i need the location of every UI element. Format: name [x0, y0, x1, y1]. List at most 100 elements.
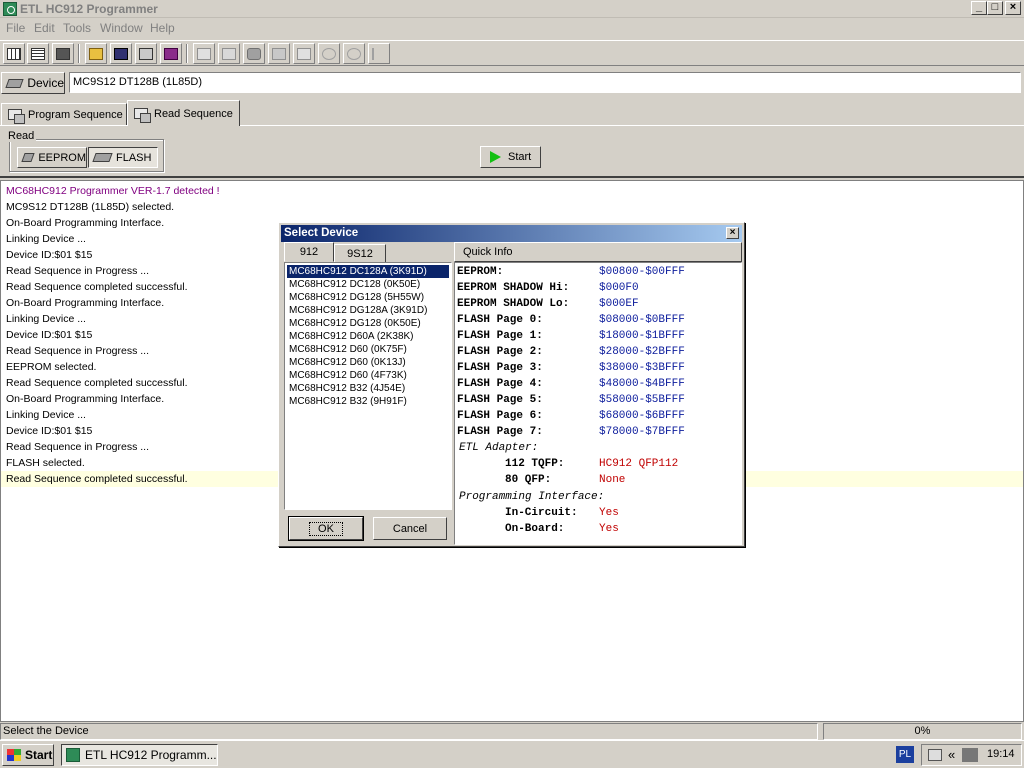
- undo-icon[interactable]: [318, 43, 340, 64]
- status-text: Select the Device: [0, 723, 818, 740]
- menu-help[interactable]: Help: [150, 21, 175, 35]
- list-icon[interactable]: [27, 43, 49, 64]
- print-icon[interactable]: [135, 43, 157, 64]
- selected-device-field[interactable]: MC9S12 DT128B (1L85D): [69, 72, 1021, 93]
- keyboard-icon[interactable]: [928, 749, 942, 761]
- device-list-item[interactable]: MC68HC912 DC128A (3K91D): [287, 265, 449, 278]
- device-list-item[interactable]: MC68HC912 D60 (0K13J): [287, 356, 449, 369]
- read-panel: Read EEPROM FLASH Start: [0, 125, 1024, 178]
- start-label: Start: [25, 748, 53, 762]
- chip-icon: [5, 78, 24, 88]
- device-button[interactable]: Device: [1, 72, 65, 94]
- quick-info-key: EEPROM SHADOW Hi:: [457, 282, 570, 294]
- menu-window[interactable]: Window: [100, 21, 143, 35]
- close-button[interactable]: ×: [1005, 1, 1021, 15]
- device-list-item[interactable]: MC68HC912 D60 (4F73K): [287, 369, 449, 382]
- log-line: Read Sequence completed successful.: [6, 473, 188, 485]
- device-list-item[interactable]: MC68HC912 DG128A (3K91D): [287, 304, 449, 317]
- device-list-item[interactable]: MC68HC912 B32 (4J54E): [287, 382, 449, 395]
- ok-label: OK: [309, 521, 343, 536]
- tqfp-label: 112 TQFP:: [505, 458, 565, 470]
- log-line: Linking Device ...: [6, 233, 86, 245]
- device-list-item[interactable]: MC68HC912 DG128 (5H55W): [287, 291, 449, 304]
- table-icon[interactable]: [293, 43, 315, 64]
- eeprom-button[interactable]: EEPROM: [17, 147, 87, 168]
- chip-icon: [21, 153, 35, 162]
- log-line: Read Sequence in Progress ...: [6, 441, 150, 453]
- flash-button[interactable]: FLASH: [88, 147, 158, 168]
- device-list-item[interactable]: MC68HC912 D60 (0K75F): [287, 343, 449, 356]
- quick-info-value: $000EF: [599, 298, 639, 310]
- dialog-title: Select Device: [284, 227, 359, 239]
- menu-bar: File Edit Tools Window Help: [0, 18, 1024, 38]
- start-button[interactable]: Start: [480, 146, 541, 168]
- quick-info-key: FLASH Page 4:: [457, 378, 543, 390]
- quick-info-row: FLASH Page 4: $48000-$4BFFF: [457, 376, 737, 392]
- binoculars-icon[interactable]: [243, 43, 265, 64]
- tab-9s12[interactable]: 9S12: [334, 244, 386, 264]
- quick-info-row: EEPROM SHADOW Hi: $000F0: [457, 280, 737, 296]
- cancel-button[interactable]: Cancel: [373, 517, 447, 540]
- toolbar: [0, 40, 1024, 66]
- copy-icon[interactable]: [193, 43, 215, 64]
- ok-button[interactable]: OK: [288, 516, 364, 541]
- onboard-row: On-Board: Yes: [457, 521, 737, 537]
- adapter-heading: ETL Adapter:: [459, 442, 539, 454]
- adapter-tqfp-row: 112 TQFP: HC912 QFP112: [457, 456, 737, 472]
- quick-info-row: FLASH Page 0: $08000-$0BFFF: [457, 312, 737, 328]
- save-icon[interactable]: [110, 43, 132, 64]
- qfp-value: None: [599, 474, 626, 486]
- start-menu-button[interactable]: Start: [2, 744, 54, 766]
- device-list-item[interactable]: MC68HC912 B32 (9H91F): [287, 395, 449, 408]
- quick-info-key: FLASH Page 1:: [457, 330, 543, 342]
- toolbar-separator: [186, 44, 188, 63]
- taskbar-app-button[interactable]: ETL HC912 Programm...: [61, 744, 218, 766]
- device-button-label: Device: [27, 76, 64, 90]
- log-line: Device ID:$01 $15: [6, 425, 93, 437]
- language-indicator[interactable]: PL: [896, 746, 914, 763]
- tab-read-sequence[interactable]: Read Sequence: [127, 100, 240, 126]
- device-list-item[interactable]: MC68HC912 DC128 (0K50E): [287, 278, 449, 291]
- step-icon[interactable]: [368, 43, 390, 64]
- chip-icon[interactable]: [52, 43, 74, 64]
- quick-info-key: FLASH Page 2:: [457, 346, 543, 358]
- calculator-icon[interactable]: [268, 43, 290, 64]
- menu-edit[interactable]: Edit: [34, 21, 55, 35]
- tab-912[interactable]: 912: [284, 242, 334, 262]
- toolbar-separator: [78, 44, 80, 63]
- dialog-close-button[interactable]: ×: [726, 227, 739, 239]
- interface-section: Programming Interface:: [457, 489, 737, 505]
- log-line: On-Board Programming Interface.: [6, 217, 165, 229]
- quick-info-row: FLASH Page 7: $78000-$7BFFF: [457, 424, 737, 440]
- chevron-left-icon[interactable]: «: [948, 747, 955, 762]
- menu-tools[interactable]: Tools: [63, 21, 91, 35]
- quick-info-key: FLASH Page 0:: [457, 314, 543, 326]
- book-icon[interactable]: [160, 43, 182, 64]
- log-line: MC9S12 DT128B (1L85D) selected.: [6, 201, 175, 213]
- log-line: Read Sequence completed successful.: [6, 281, 188, 293]
- device-list-item[interactable]: MC68HC912 D60A (2K38K): [287, 330, 449, 343]
- network-disconnected-icon[interactable]: [962, 748, 978, 762]
- folder-open-icon[interactable]: [85, 43, 107, 64]
- quick-info-key: FLASH Page 5:: [457, 394, 543, 406]
- maximize-button[interactable]: □: [987, 1, 1003, 15]
- progress-indicator: 0%: [823, 723, 1022, 740]
- device-list-item[interactable]: MC68HC912 DG128 (0K50E): [287, 317, 449, 330]
- status-bar: Select the Device 0%: [0, 722, 1024, 740]
- paste-icon[interactable]: [218, 43, 240, 64]
- task-label: ETL HC912 Programm...: [85, 748, 217, 762]
- refresh-icon[interactable]: [343, 43, 365, 64]
- adapter-section: ETL Adapter:: [457, 440, 737, 456]
- menu-file[interactable]: File: [6, 21, 25, 35]
- grid-icon[interactable]: [3, 43, 25, 64]
- log-line: Device ID:$01 $15: [6, 329, 93, 341]
- quick-info-key: FLASH Page 7:: [457, 426, 543, 438]
- device-bar: Device MC9S12 DT128B (1L85D): [0, 70, 1024, 96]
- app-icon[interactable]: [3, 2, 17, 16]
- minimize-button[interactable]: _: [971, 1, 987, 15]
- tab-program-sequence[interactable]: Program Sequence: [1, 103, 127, 126]
- device-list[interactable]: MC68HC912 DC128A (3K91D) MC68HC912 DC128 …: [284, 262, 452, 510]
- log-line: On-Board Programming Interface.: [6, 393, 165, 405]
- eeprom-label: EEPROM: [38, 151, 86, 164]
- incircuit-value: Yes: [599, 507, 619, 519]
